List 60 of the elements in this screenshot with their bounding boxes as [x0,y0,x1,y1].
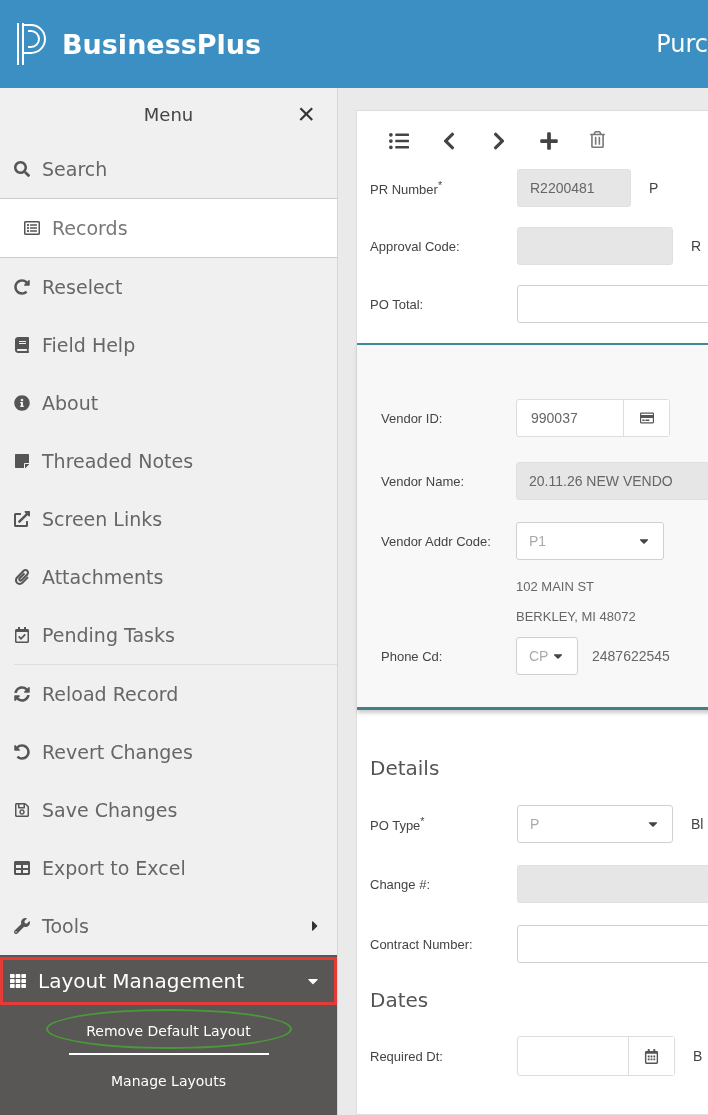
save-icon [14,802,30,818]
field-label: Bl [691,816,704,832]
close-button[interactable]: × [297,100,315,128]
menu-item[interactable]: Reload Record [0,665,337,723]
search-icon [14,161,30,177]
menu-item[interactable]: About [0,374,337,432]
sync-icon [14,686,30,702]
menu-item[interactable]: Threaded Notes [0,432,337,490]
field-label: Phone Cd: [381,648,444,664]
phone-number: 2487622545 [592,648,670,664]
field-label: Vendor Addr Code: [381,533,492,549]
submenu-link[interactable]: Manage Layouts [101,1067,236,1095]
menu-item[interactable]: Reselect [0,258,337,316]
menu-item[interactable]: Attachments [0,548,337,606]
field-label: Vendor Name: [381,473,466,489]
field-label: Contract Number: [370,936,474,952]
menu-item[interactable]: Revert Changes [0,723,337,781]
external-link-icon [14,511,30,527]
field-label: Required Dt: [370,1048,444,1064]
table-icon [14,860,30,876]
note-icon [14,453,30,469]
book-icon [14,337,30,353]
field-label: P [649,180,659,196]
menu-item[interactable]: Field Help [0,316,337,374]
menu-item[interactable]: Pending Tasks [0,606,337,664]
field-label: Vendor ID: [381,410,444,426]
submenu-link[interactable]: Remove Default Layout [76,1017,261,1045]
calendar-check-icon [14,627,30,643]
field-label: R [691,238,702,254]
menu-item[interactable]: Screen Links [0,490,337,548]
field-label: PR Number$^{*}$ [370,178,444,198]
field-label: B [693,1048,703,1064]
menu-item[interactable]: Records [0,198,337,258]
info-icon [14,395,30,411]
page-title: Purc [656,30,708,58]
undo-icon [14,744,30,760]
menu-item[interactable]: Export to Excel [0,839,337,897]
field-label: PO Total: [370,296,425,312]
paperclip-icon [14,569,30,585]
list-icon [24,220,40,236]
calendar-icon [644,1048,659,1064]
section-title: Dates [369,987,430,1014]
field-label: Approval Code: [370,238,461,254]
grid-icon [10,973,26,989]
wrench-icon [14,918,30,934]
logo-text: BusinessPlus [62,28,262,60]
card-icon [639,411,654,425]
address-line: 102 MAIN ST [515,577,596,596]
field-label: Change #: [370,876,431,892]
date-field[interactable] [517,1036,675,1076]
address-line: BERKLEY, MI 48072 [515,607,637,626]
menu-title: Menu [143,103,194,125]
lookup-field[interactable]: 990037 [516,399,670,437]
menu-item[interactable]: Layout Management [0,957,337,1005]
menu-item[interactable]: Search [0,140,337,198]
redo-icon [14,279,30,295]
field-label: PO Type$^{*}$ [370,814,426,834]
menu-item[interactable]: Tools [0,897,337,955]
menu-item[interactable]: Save Changes [0,781,337,839]
section-title: Details [369,755,441,782]
